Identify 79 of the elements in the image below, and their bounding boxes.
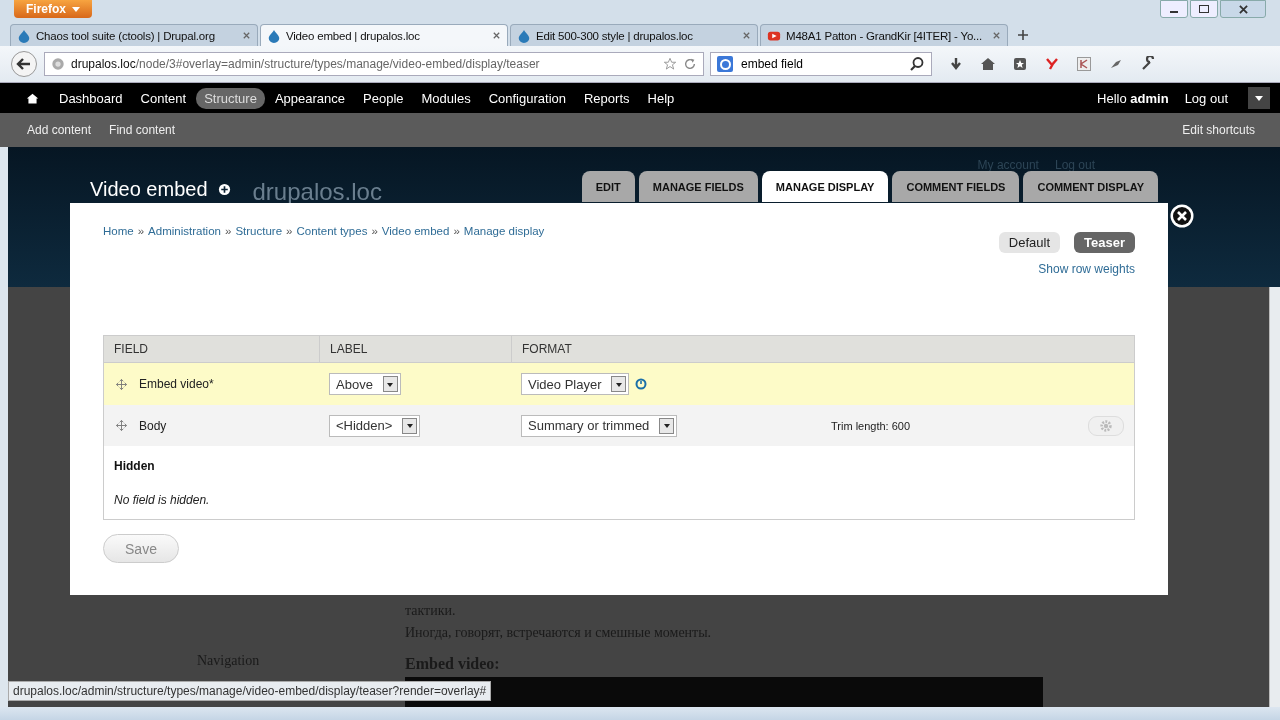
- view-mode-tab[interactable]: Default: [998, 232, 1061, 253]
- browser-tab[interactable]: Video embed | drupalos.loc: [260, 24, 508, 46]
- star-icon[interactable]: [663, 57, 677, 71]
- breadcrumb-separator: »: [371, 225, 378, 237]
- label-select[interactable]: <Hidden>: [329, 414, 421, 437]
- column-header: FORMAT: [511, 336, 831, 362]
- bookmark-icon[interactable]: [1012, 56, 1028, 72]
- shortcut-link[interactable]: Find content: [109, 123, 176, 137]
- column-header: LABEL: [319, 336, 511, 362]
- drag-handle-icon[interactable]: [116, 420, 127, 431]
- tab[interactable]: MANAGE FIELDS: [638, 171, 758, 202]
- format-select[interactable]: Summary or trimmed: [521, 414, 678, 437]
- scrollbar[interactable]: [1269, 287, 1280, 707]
- toggle-button[interactable]: [1248, 87, 1270, 109]
- toolbar-link[interactable]: Dashboard: [51, 87, 131, 109]
- tab[interactable]: COMMENT DISPLAY: [1023, 171, 1158, 202]
- toolbar-link[interactable]: Appearance: [266, 87, 354, 109]
- globe-icon: [51, 57, 65, 71]
- drag-handle-icon[interactable]: [116, 378, 127, 390]
- breadcrumb-separator: »: [286, 225, 293, 237]
- toolbar-link[interactable]: Help: [639, 87, 683, 109]
- toolbar-link[interactable]: People: [355, 87, 412, 109]
- page-title: Video embed: [90, 177, 208, 201]
- drop-icon: [17, 28, 31, 43]
- logout-link[interactable]: Log out: [1176, 87, 1236, 109]
- field-name: Body: [139, 418, 167, 433]
- home-icon[interactable]: [980, 56, 996, 72]
- status-url: drupalos.loc/admin/structure/types/manage/video-embed/display/teaser?render=overlay#: [8, 681, 492, 701]
- search-icon[interactable]: [909, 56, 925, 72]
- toolbar-link[interactable]: Reports: [576, 87, 638, 109]
- search-engine-icon[interactable]: [717, 56, 733, 72]
- breadcrumb-link[interactable]: Video embed: [381, 225, 450, 237]
- breadcrumb-separator: »: [224, 225, 232, 237]
- reload-icon[interactable]: [683, 57, 697, 71]
- greeting-text: Hello admin: [1097, 90, 1169, 106]
- breadcrumb-link[interactable]: Content types: [296, 225, 368, 237]
- breadcrumb-separator: »: [137, 225, 145, 237]
- minimize-icon[interactable]: [1160, 0, 1188, 18]
- k-icon[interactable]: [1076, 56, 1092, 72]
- tab[interactable]: COMMENT FIELDS: [892, 171, 1020, 202]
- breadcrumb-separator: »: [453, 225, 460, 237]
- view-mode-tab[interactable]: Teaser: [1074, 232, 1135, 253]
- format-summary: Trim length: 600: [831, 419, 911, 432]
- toolbar-link[interactable]: Structure: [196, 87, 265, 109]
- format-select[interactable]: Video Player: [521, 373, 630, 395]
- drop-icon: [267, 28, 281, 43]
- wrench-icon[interactable]: [1140, 56, 1156, 72]
- maximize-icon[interactable]: [1190, 0, 1218, 18]
- breadcrumb-link[interactable]: Home: [103, 225, 134, 237]
- breadcrumb-link[interactable]: Manage display: [463, 225, 545, 237]
- section-heading: Hidden: [114, 459, 156, 473]
- shortcut-link[interactable]: Add content: [27, 123, 92, 137]
- site-name: drupalos.loc: [252, 178, 382, 206]
- empty-message: No field is hidden.: [114, 493, 211, 507]
- address-field[interactable]: drupalos.loc/node/3#overlay=admin/structure/types/manage/video-embed/display/teaser: [44, 52, 704, 76]
- breadcrumb-link[interactable]: Administration: [148, 225, 221, 237]
- show-row-weights-link[interactable]: Show row weights: [1038, 262, 1135, 276]
- edit-shortcuts-link[interactable]: Edit shortcuts: [1182, 123, 1255, 137]
- gear-icon: [1099, 418, 1113, 433]
- plus-icon[interactable]: [1016, 28, 1030, 42]
- tab[interactable]: MANAGE DISPLAY: [761, 171, 889, 202]
- drop-icon: [517, 28, 531, 43]
- field-name: Embed video*: [139, 377, 214, 391]
- toolbar-link[interactable]: Configuration: [480, 87, 574, 109]
- label-select[interactable]: Above: [329, 373, 401, 395]
- download-icon[interactable]: [948, 56, 964, 72]
- browser-tab[interactable]: Edit 500-300 style | drupalos.loc: [510, 24, 758, 46]
- close-icon[interactable]: [1170, 204, 1194, 228]
- search-field[interactable]: embed field: [710, 52, 932, 76]
- toolbar-link[interactable]: Modules: [413, 87, 479, 109]
- column-header: FIELD: [113, 341, 149, 358]
- tab[interactable]: EDIT: [581, 171, 635, 202]
- browser-tab[interactable]: Chaos tool suite (ctools) | Drupal.org: [10, 24, 258, 46]
- home-icon[interactable]: [26, 91, 39, 105]
- browser-tab[interactable]: M48A1 Patton - GrandKir [4ITER] - Yo...: [760, 24, 1008, 46]
- toolbar-link[interactable]: Content: [132, 87, 195, 109]
- breadcrumb-link[interactable]: Structure: [235, 225, 283, 237]
- back-icon[interactable]: [10, 50, 38, 78]
- add-shortcut-icon[interactable]: [217, 182, 231, 196]
